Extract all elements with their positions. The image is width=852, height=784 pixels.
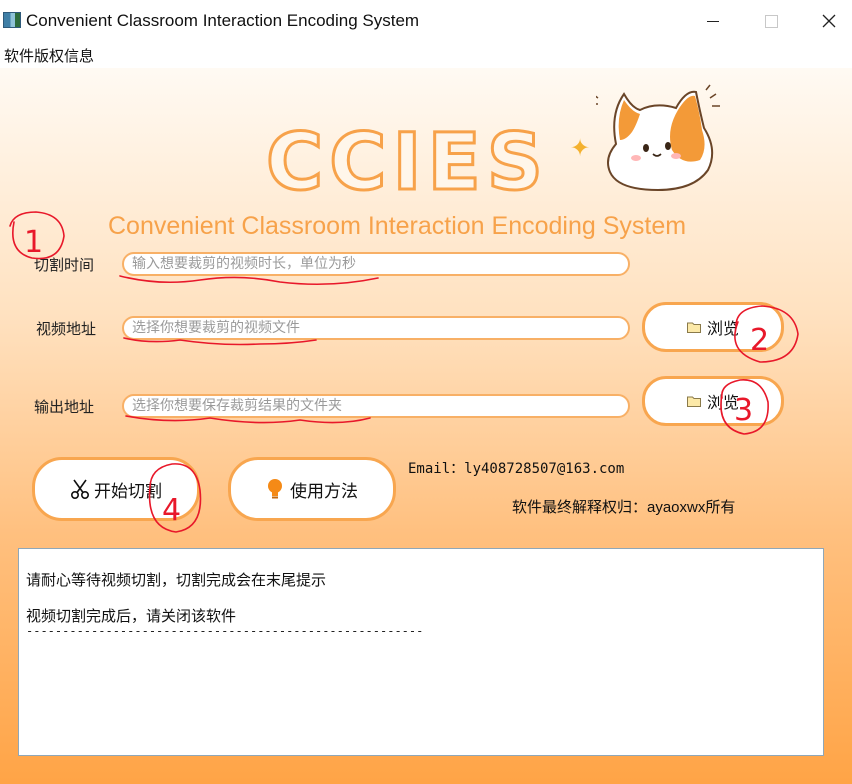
log-line: 请耐心等待视频切割，切割完成会在末尾提示 <box>26 571 327 589</box>
menu-item-copyright-info[interactable]: 软件版权信息 <box>4 45 94 66</box>
window-title: Convenient Classroom Interaction Encodin… <box>26 11 420 30</box>
menu-bar: 软件版权信息 <box>0 42 852 68</box>
app-subtitle: Convenient Classroom Interaction Encodin… <box>108 212 687 240</box>
browse-video-button[interactable]: 浏览 <box>642 302 784 352</box>
video-path-label: 视频地址 <box>36 321 97 338</box>
help-label: 使用方法 <box>290 481 358 501</box>
log-separator: ----------------------------------------… <box>26 624 424 638</box>
log-line: 视频切割完成后，请关闭该软件 <box>26 607 237 625</box>
folder-icon <box>686 396 701 407</box>
help-button[interactable]: 使用方法 <box>228 457 396 521</box>
cut-time-label: 切割时间 <box>34 257 95 274</box>
logo-text: CCIES <box>265 117 549 210</box>
app-icon <box>3 12 21 28</box>
main-panel: CCIES ✦ Convenient Classroom Interaction… <box>0 68 852 784</box>
close-icon <box>822 14 836 28</box>
output-path-input[interactable] <box>122 394 630 418</box>
output-path-label: 输出地址 <box>34 399 95 416</box>
browse-output-button[interactable]: 浏览 <box>642 376 784 426</box>
maximize-icon <box>764 14 778 28</box>
start-cut-label: 开始切割 <box>94 481 162 501</box>
lightbulb-icon <box>266 478 290 500</box>
corgi-cat-icon <box>596 84 720 192</box>
copyright-notice: 软件最终解释权归：ayaoxwx所有 <box>512 499 736 516</box>
folder-icon <box>686 322 701 333</box>
close-button[interactable] <box>806 0 852 42</box>
scissors-icon <box>70 478 94 500</box>
log-output[interactable]: 请耐心等待视频切割，切割完成会在末尾提示 视频切割完成后，请关闭该软件 ----… <box>18 548 824 756</box>
cut-time-input[interactable] <box>122 252 630 276</box>
browse-video-label: 浏览 <box>706 321 739 338</box>
minimize-button[interactable] <box>690 0 736 42</box>
title-bar[interactable]: Convenient Classroom Interaction Encodin… <box>0 0 852 42</box>
start-cut-button[interactable]: 开始切割 <box>32 457 200 521</box>
minimize-icon <box>707 20 719 22</box>
contact-email: Email：ly408728507@163.com <box>408 461 625 477</box>
sparkle-icon: ✦ <box>570 135 591 162</box>
maximize-button[interactable] <box>748 0 794 42</box>
video-path-input[interactable] <box>122 316 630 340</box>
browse-output-label: 浏览 <box>706 395 739 412</box>
app-window: Convenient Classroom Interaction Encodin… <box>0 0 852 784</box>
